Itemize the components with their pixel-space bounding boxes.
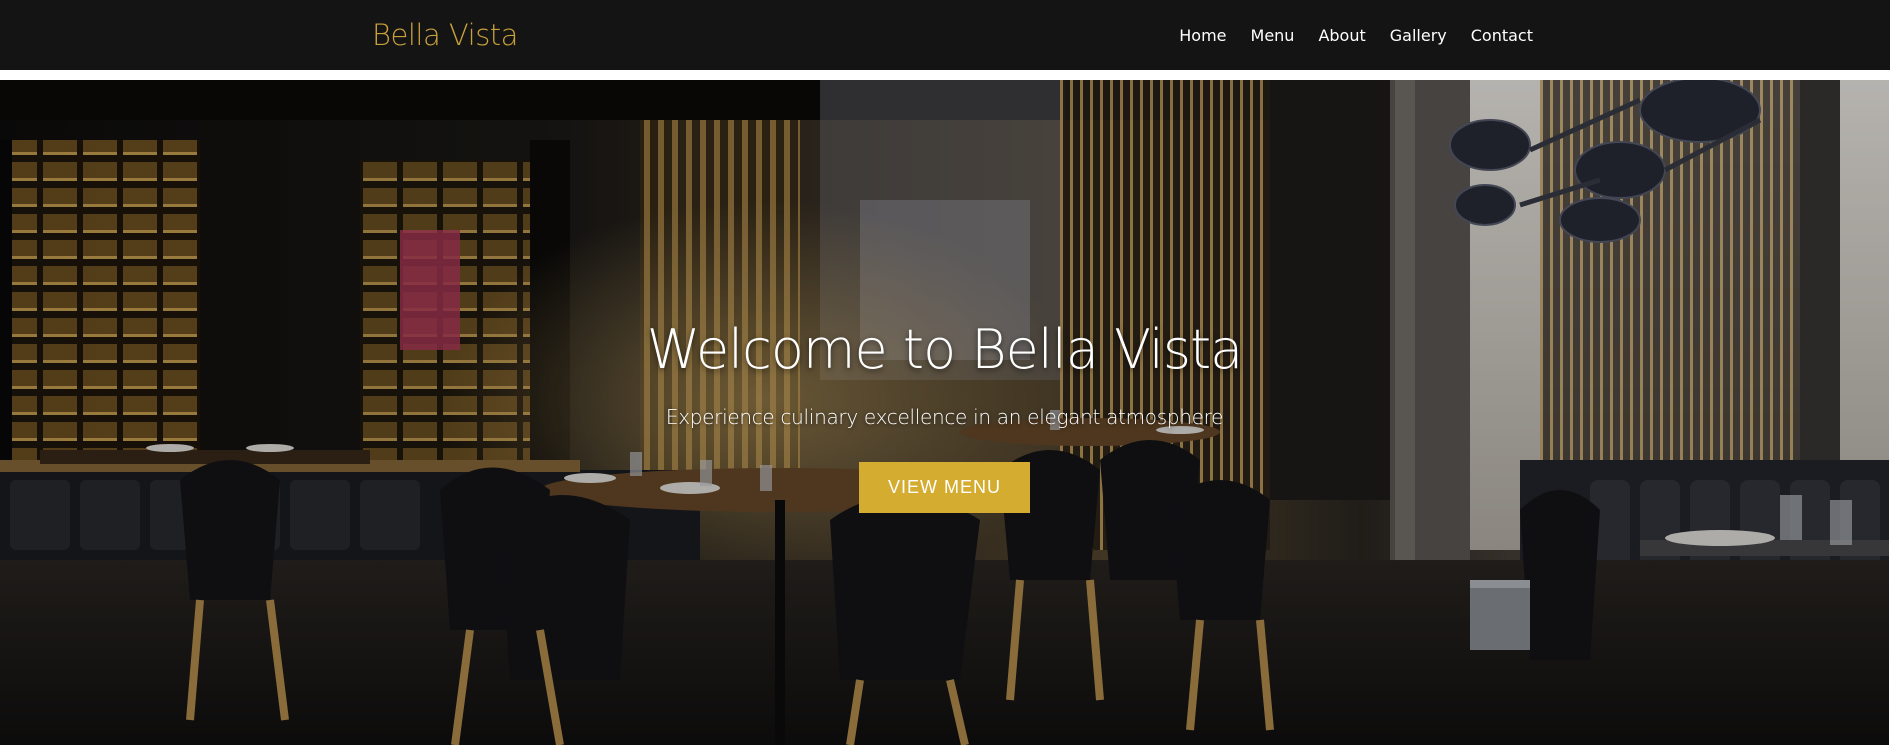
top-navbar: Bella Vista Home Menu About Gallery Cont…: [0, 0, 1890, 70]
hero-subtitle: Experience culinary excellence in an ele…: [665, 405, 1224, 429]
view-menu-button[interactable]: VIEW MENU: [859, 462, 1030, 513]
hero-section: Welcome to Bella Vista Experience culina…: [0, 80, 1889, 745]
nav-contact-link[interactable]: Contact: [1471, 26, 1533, 46]
hero-content: Welcome to Bella Vista Experience culina…: [0, 80, 1889, 745]
nav-home-link[interactable]: Home: [1179, 26, 1226, 46]
main-nav: Home Menu About Gallery Contact: [1155, 26, 1533, 46]
nav-menu-link[interactable]: Menu: [1251, 26, 1295, 46]
hero-title: Welcome to Bella Vista: [646, 318, 1244, 381]
nav-about-link[interactable]: About: [1318, 26, 1365, 46]
brand-logo[interactable]: Bella Vista: [372, 17, 518, 53]
nav-gallery-link[interactable]: Gallery: [1390, 26, 1447, 46]
